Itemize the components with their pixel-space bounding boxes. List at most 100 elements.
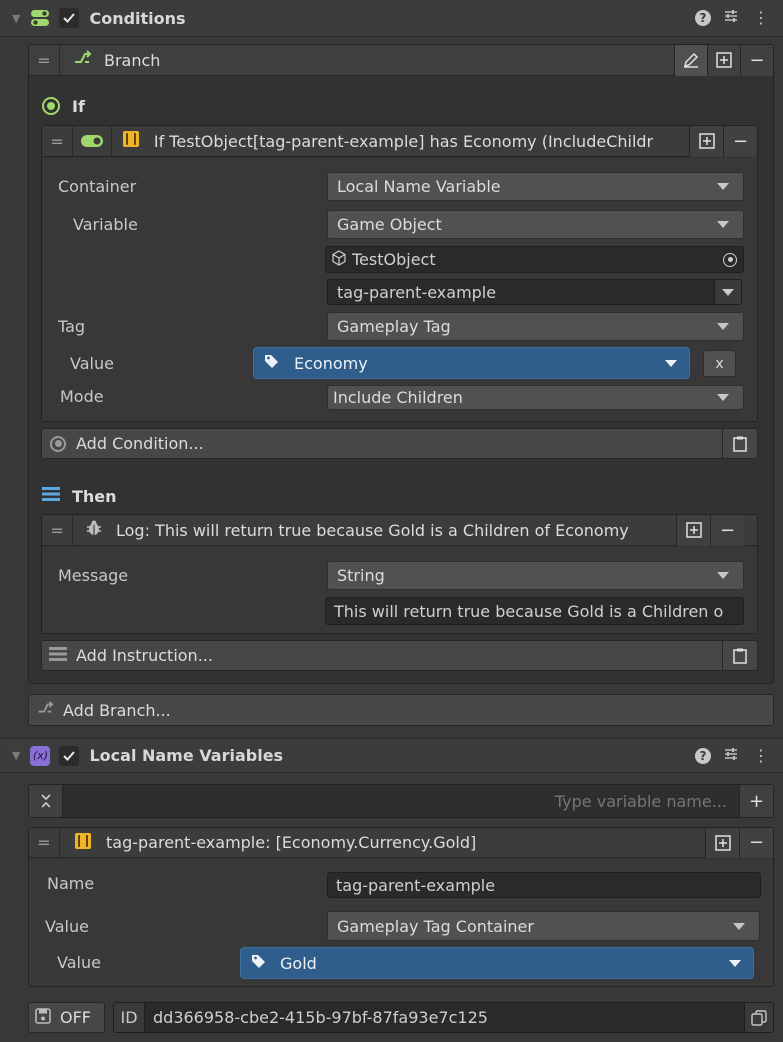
variable-search-bar: + <box>28 784 774 818</box>
add-box-icon[interactable] <box>707 44 740 76</box>
list-icon <box>42 486 60 506</box>
value-label: Value <box>70 354 114 373</box>
save-disk-icon <box>35 1007 51 1028</box>
if-label: If <box>72 96 85 116</box>
variable-item-header[interactable]: = tag-parent-example: [Economy.Currency.… <box>29 827 773 858</box>
branch-header[interactable]: = Branch − <box>29 44 773 76</box>
drag-handle-icon[interactable]: = <box>42 132 72 151</box>
chevron-down-icon <box>717 221 729 228</box>
check-icon <box>63 750 76 761</box>
mode-dropdown[interactable]: Include Children <box>327 385 744 410</box>
variable-name-input[interactable]: tag-parent-example <box>327 872 761 898</box>
add-box-icon[interactable] <box>676 514 710 546</box>
object-field[interactable]: TestObject <box>325 246 744 273</box>
chevron-down-icon <box>722 288 734 296</box>
id-value: dd366958-cbe2-415b-97bf-87fa93e7c125 <box>153 1008 488 1027</box>
container-label: Container <box>58 177 137 196</box>
toggle-on-icon[interactable] <box>80 132 103 151</box>
container-dropdown[interactable]: Local Name Variable <box>327 172 744 201</box>
variable-tag-dropdown[interactable]: Gold <box>240 947 754 979</box>
bracket-icon <box>74 832 92 854</box>
if-circle-icon <box>42 97 60 115</box>
foldout-arrow-icon[interactable]: ▼ <box>12 12 20 25</box>
local-vars-title: Local Name Variables <box>89 746 284 765</box>
check-icon <box>63 13 76 23</box>
clipboard-icon[interactable] <box>722 640 757 671</box>
branch-icon <box>36 699 54 721</box>
conditions-header[interactable]: ▼ Conditions ? ⋮ <box>0 0 783 37</box>
then-section-label: Then <box>42 484 117 508</box>
drag-handle-icon[interactable]: = <box>29 51 59 70</box>
toggle-icon <box>30 8 50 28</box>
condition-circle-icon <box>50 435 66 452</box>
object-picker-icon[interactable] <box>723 252 737 267</box>
variable-search-input[interactable] <box>63 785 739 817</box>
name-dropdown-button[interactable] <box>714 280 741 304</box>
variable-subvalue-label: Value <box>57 953 101 972</box>
condition-title: If TestObject[tag-parent-example] has Ec… <box>153 131 654 151</box>
add-box-icon[interactable] <box>705 827 739 858</box>
id-label: ID <box>114 1003 145 1032</box>
cube-icon <box>331 249 347 270</box>
tag-icon <box>251 953 267 973</box>
list-icon <box>49 646 67 666</box>
chevron-down-icon <box>729 959 741 967</box>
branch-icon <box>72 48 92 72</box>
instruction-title: Log: This will return true because Gold … <box>116 520 629 540</box>
tag-type-dropdown[interactable]: Gameplay Tag <box>327 312 744 341</box>
tag-label: Tag <box>58 317 86 336</box>
enabled-checkbox[interactable] <box>59 745 80 766</box>
chevron-down-icon <box>665 359 677 367</box>
id-field: ID dd366958-cbe2-415b-97bf-87fa93e7c125 <box>113 1002 774 1033</box>
branch-title: Branch <box>104 50 161 70</box>
remove-variable-button[interactable]: − <box>739 827 773 858</box>
foldout-arrow-icon[interactable]: ▼ <box>12 749 20 762</box>
variable-item-title: tag-parent-example: [Economy.Currency.Go… <box>106 833 477 852</box>
instruction-header[interactable]: = Log: This will return true because Gol… <box>42 514 757 546</box>
bracket-icon <box>122 130 140 152</box>
add-condition-button[interactable]: Add Condition... <box>41 428 758 459</box>
collapse-all-icon[interactable] <box>29 785 63 817</box>
variable-value-type-dropdown[interactable]: Gameplay Tag Container <box>327 911 760 941</box>
chevron-down-icon <box>717 323 729 330</box>
mode-label: Mode <box>60 387 104 406</box>
variable-name-label: Name <box>47 874 95 893</box>
kebab-menu-icon[interactable]: ⋮ <box>753 747 769 764</box>
message-type-dropdown[interactable]: String <box>327 561 744 590</box>
help-icon[interactable]: ? <box>695 10 711 26</box>
message-input[interactable]: This will return true because Gold is a … <box>325 597 744 625</box>
add-variable-button[interactable]: + <box>739 785 773 817</box>
if-section-label: If <box>42 94 85 118</box>
variable-label: Variable <box>73 215 138 234</box>
name-field[interactable]: tag-parent-example <box>327 279 742 305</box>
presets-icon[interactable] <box>723 8 739 28</box>
chevron-down-icon <box>717 572 729 579</box>
copy-icon[interactable] <box>744 1003 773 1032</box>
clipboard-icon[interactable] <box>722 428 757 459</box>
add-branch-button[interactable]: Add Branch... <box>28 694 774 726</box>
help-icon[interactable]: ? <box>695 747 711 764</box>
remove-instruction-button[interactable]: − <box>710 514 744 546</box>
chevron-down-icon <box>717 183 729 190</box>
clear-tag-button[interactable]: x <box>703 350 736 377</box>
tag-value-dropdown[interactable]: Economy <box>253 347 690 379</box>
message-label: Message <box>58 566 129 585</box>
presets-icon[interactable] <box>723 746 739 766</box>
remove-branch-button[interactable]: − <box>740 44 773 76</box>
edit-icon[interactable] <box>674 44 707 76</box>
save-toggle-button[interactable]: OFF <box>28 1002 105 1033</box>
condition-header[interactable]: = If TestObject[tag-parent-example] has … <box>42 125 758 157</box>
variable-dropdown[interactable]: Game Object <box>327 210 744 239</box>
kebab-menu-icon[interactable]: ⋮ <box>753 10 769 26</box>
enabled-checkbox[interactable] <box>59 8 80 28</box>
drag-handle-icon[interactable]: = <box>42 521 72 540</box>
bug-icon <box>85 519 103 541</box>
variable-icon: (x) <box>30 745 51 766</box>
remove-condition-button[interactable]: − <box>723 125 758 157</box>
drag-handle-icon[interactable]: = <box>29 833 59 852</box>
chevron-down-icon <box>717 394 729 401</box>
local-vars-header[interactable]: ▼ (x) Local Name Variables ? ⋮ <box>0 738 783 773</box>
add-instruction-button[interactable]: Add Instruction... <box>41 640 758 671</box>
add-box-icon[interactable] <box>689 125 724 157</box>
variable-value-label: Value <box>45 917 89 936</box>
